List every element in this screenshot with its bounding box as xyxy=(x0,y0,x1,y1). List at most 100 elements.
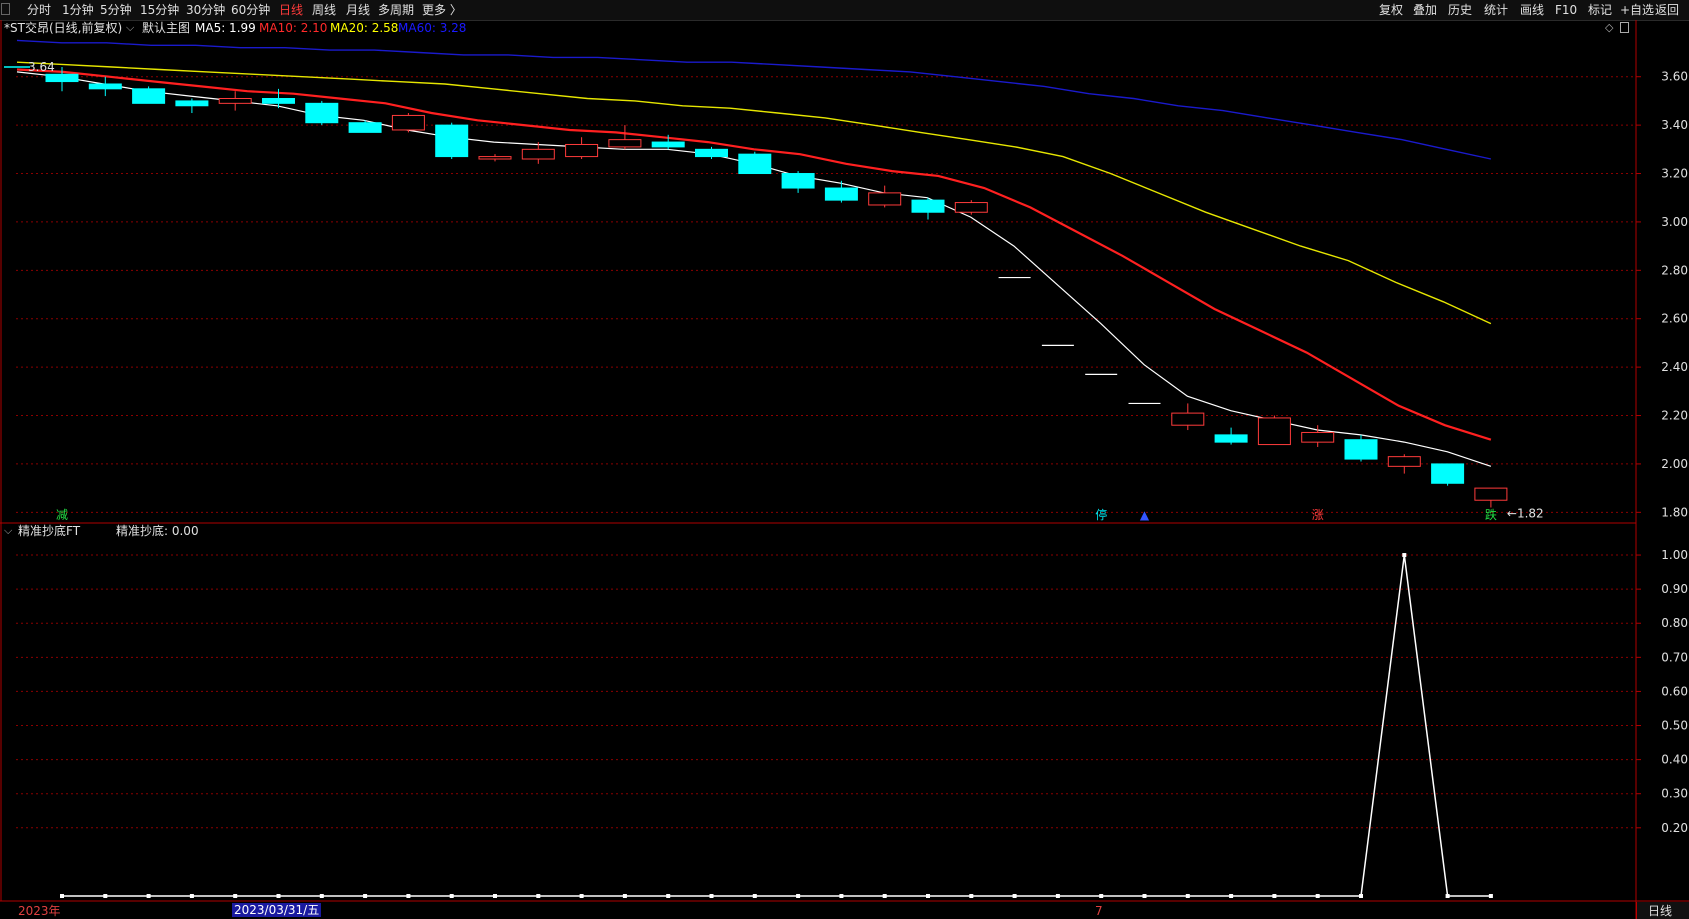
candle xyxy=(1474,487,1508,508)
candle-body xyxy=(954,202,988,213)
signal-mark: 减 xyxy=(56,508,68,522)
indicator-point xyxy=(969,894,974,898)
indicator-point xyxy=(709,894,714,898)
candle xyxy=(1301,425,1335,447)
main-y-tick-label: 3.60 xyxy=(1661,70,1688,84)
candle-body xyxy=(1344,439,1378,460)
candle-body xyxy=(435,124,469,158)
main-y-tick-label: 3.20 xyxy=(1661,167,1688,181)
ma-line-ma10 xyxy=(16,68,1492,441)
indicator-point xyxy=(1402,553,1407,558)
indicator-point xyxy=(1229,894,1234,898)
indicator-y-tick-label: 0.20 xyxy=(1661,821,1688,835)
candle xyxy=(565,137,599,159)
candle-body xyxy=(391,114,425,131)
candle xyxy=(478,154,512,162)
candle-body xyxy=(738,153,772,175)
main-y-tick-label: 2.00 xyxy=(1661,457,1688,471)
candle xyxy=(391,113,425,133)
main-y-tick-label: 3.00 xyxy=(1661,215,1688,229)
candle-body xyxy=(781,173,815,189)
candle-body xyxy=(1214,434,1248,443)
candle xyxy=(348,120,382,133)
candle xyxy=(911,197,945,220)
candle xyxy=(88,76,122,97)
main-y-tick-label: 2.20 xyxy=(1661,409,1688,423)
indicator-y-tick-label: 0.60 xyxy=(1661,684,1688,698)
indicator-point xyxy=(1055,894,1060,898)
signal-mark: 停 xyxy=(1095,507,1107,522)
high-marker-label: 3.64 xyxy=(28,60,55,74)
indicator-point xyxy=(449,894,454,898)
candle-body xyxy=(478,156,512,160)
indicator-point xyxy=(796,894,801,898)
candle-body xyxy=(565,143,599,158)
main-y-tick-label: 2.80 xyxy=(1661,263,1688,277)
indicator-point xyxy=(752,894,757,898)
candle-body xyxy=(911,199,945,213)
candle-body xyxy=(1171,412,1205,426)
candle-body xyxy=(1301,431,1335,443)
indicator-point xyxy=(189,894,194,898)
indicator-point xyxy=(882,894,887,898)
candle xyxy=(305,100,339,126)
indicator-point xyxy=(1185,894,1190,898)
candle-body xyxy=(175,100,209,107)
x-axis-label-month: 7 xyxy=(1095,904,1103,918)
indicator-point xyxy=(319,894,324,898)
indicator-point xyxy=(579,894,584,898)
indicator-point xyxy=(536,894,541,898)
candle xyxy=(1344,434,1378,462)
candle xyxy=(1214,427,1248,445)
price-chart[interactable]: 3.60 3.40 3.20 3.00 2.80 2.60 2.40 2.20 2.00 1.80… xyxy=(0,0,1689,919)
candle xyxy=(1171,403,1205,431)
candle-body xyxy=(88,83,122,90)
candle xyxy=(435,122,469,159)
candle-body xyxy=(1431,463,1465,484)
candle xyxy=(1387,454,1421,474)
indicator-point xyxy=(666,894,671,898)
candle xyxy=(954,200,988,215)
main-y-tick-label: 3.40 xyxy=(1661,118,1688,132)
main-y-tick-label: 1.80 xyxy=(1661,505,1688,519)
indicator-point xyxy=(146,894,151,898)
candle-body xyxy=(824,187,858,201)
candle-body xyxy=(608,139,642,148)
candle-body xyxy=(695,148,728,158)
indicator-point xyxy=(493,894,497,898)
indicator-point xyxy=(839,894,844,898)
candle-body xyxy=(348,122,382,133)
candle xyxy=(781,171,815,193)
candle-body xyxy=(1474,487,1508,501)
candle xyxy=(824,180,858,203)
indicator-y-tick-label: 0.90 xyxy=(1661,582,1688,596)
signal-mark: 跌 xyxy=(1485,507,1497,522)
candle-body xyxy=(651,141,685,148)
indicator-point xyxy=(1142,894,1147,898)
indicator-point xyxy=(1445,894,1450,898)
low-marker-label: ←1.82 xyxy=(1507,506,1544,520)
indicator-point xyxy=(363,894,368,898)
indicator-point xyxy=(1272,894,1277,898)
candle xyxy=(738,151,772,175)
indicator-y-tick-label: 0.40 xyxy=(1661,753,1688,767)
candle-body xyxy=(132,88,166,104)
candle xyxy=(608,125,642,150)
signal-mark: ▲ xyxy=(1140,508,1150,522)
indicator-y-tick-label: 1.00 xyxy=(1661,548,1688,562)
candle-body xyxy=(1257,417,1291,446)
candle-body xyxy=(218,98,252,104)
x-axis-cursor-date: 2023/03/31/五 xyxy=(232,903,322,917)
candle-body xyxy=(1387,456,1421,467)
x-axis-label-year: 2023年 xyxy=(18,904,61,918)
indicator-point xyxy=(926,894,930,898)
candle-body xyxy=(868,192,902,206)
candle xyxy=(132,86,166,104)
indicator-y-tick-label: 0.80 xyxy=(1661,616,1688,630)
period-indicator-label: 日线 xyxy=(1648,904,1673,918)
indicator-point xyxy=(233,894,238,898)
indicator-y-tick-label: 0.70 xyxy=(1661,650,1688,664)
candle-body xyxy=(521,148,555,160)
indicator-point xyxy=(1012,894,1017,898)
indicator-point xyxy=(103,894,108,898)
